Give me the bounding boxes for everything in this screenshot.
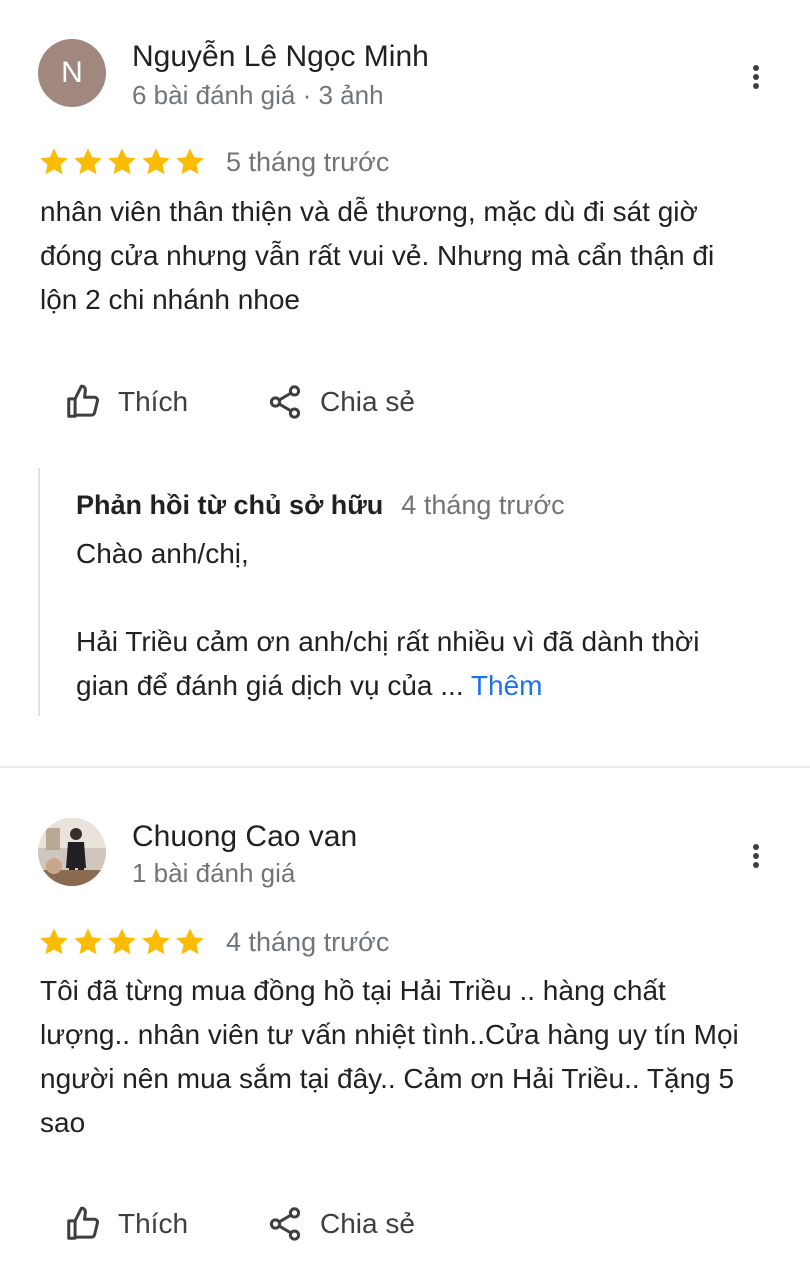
star-icon	[142, 928, 170, 955]
more-link[interactable]: Thêm	[471, 670, 543, 701]
more-options-button[interactable]	[744, 59, 768, 95]
star-icon	[74, 148, 102, 175]
like-button[interactable]: Thích	[64, 382, 188, 422]
thumbs-up-icon	[67, 1206, 99, 1240]
owner-reply-title: Phản hồi từ chủ sở hữu	[76, 490, 384, 520]
avatar[interactable]	[38, 818, 106, 886]
share-icon	[269, 1207, 301, 1241]
rating-row: 4 tháng trước	[38, 925, 389, 959]
thumbs-up-icon	[67, 384, 99, 418]
rating-row: 5 tháng trước	[38, 145, 389, 179]
star-icon	[40, 928, 68, 955]
review-text: Tôi đã từng mua đồng hồ tại Hải Triều ..…	[40, 975, 739, 1138]
avatar[interactable]: N	[38, 39, 106, 107]
star-icon	[176, 148, 204, 175]
author-name[interactable]: Chuong Cao van	[132, 820, 357, 854]
like-label: Thích	[118, 386, 189, 417]
like-label: Thích	[118, 1208, 189, 1239]
profile-photo	[38, 818, 106, 886]
like-button[interactable]: Thích	[64, 1204, 188, 1244]
share-icon	[269, 385, 301, 419]
review-text: nhân viên thân thiện và dễ thương, mặc d…	[40, 196, 715, 315]
owner-reply: Phản hồi từ chủ sở hữu 4 tháng trước Chào…	[38, 468, 778, 716]
star-icon	[40, 148, 68, 175]
star-icon	[176, 928, 204, 955]
review-card: Chuong Cao van 1 bài đánh giá 4 tháng tr…	[0, 768, 810, 1284]
review-card: N Nguyễn Lê Ngọc Minh 6 bài đánh giá · 3…	[0, 0, 810, 766]
author-meta: 6 bài đánh giá · 3 ảnh	[132, 80, 384, 110]
share-button[interactable]: Chia sẻ	[266, 382, 415, 422]
star-rating	[38, 146, 206, 178]
star-icon	[108, 928, 136, 955]
owner-reply-text: Chào anh/chị, Hải Triều cảm ơn anh/chị r…	[76, 538, 700, 701]
share-button[interactable]: Chia sẻ	[266, 1204, 415, 1244]
share-label: Chia sẻ	[320, 1208, 415, 1239]
author-name[interactable]: Nguyễn Lê Ngọc Minh	[132, 40, 429, 74]
star-icon	[74, 928, 102, 955]
review-time: 5 tháng trước	[226, 146, 390, 177]
owner-reply-time: 4 tháng trước	[401, 490, 565, 520]
star-rating	[38, 926, 206, 958]
more-options-button[interactable]	[744, 838, 768, 874]
star-icon	[108, 148, 136, 175]
author-meta: 1 bài đánh giá	[132, 858, 296, 888]
share-label: Chia sẻ	[320, 386, 415, 417]
owner-reply-header: Phản hồi từ chủ sở hữu 4 tháng trước	[76, 490, 565, 521]
star-icon	[142, 148, 170, 175]
review-time: 4 tháng trước	[226, 926, 390, 957]
